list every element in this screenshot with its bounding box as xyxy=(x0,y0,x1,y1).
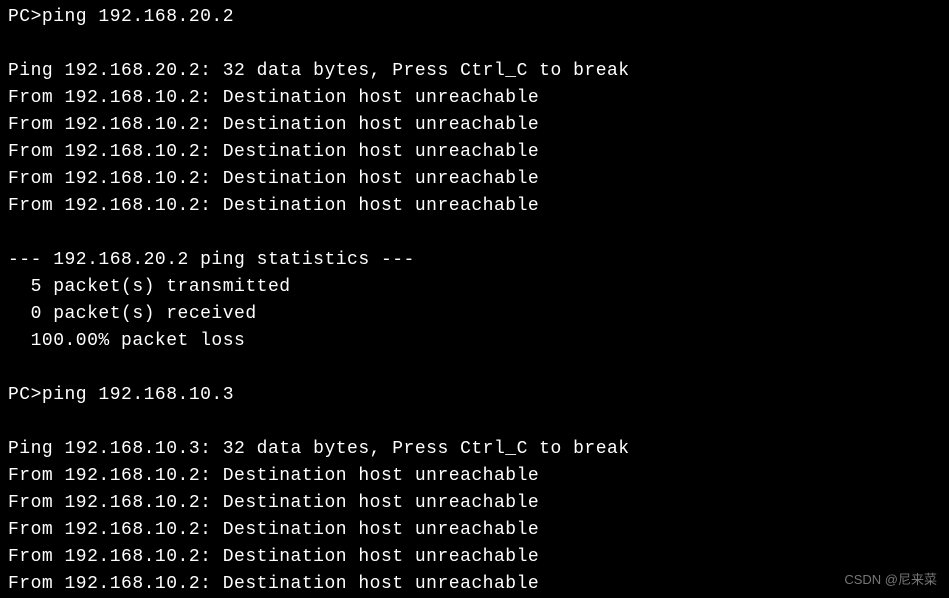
stats-header: --- 192.168.20.2 ping statistics --- xyxy=(8,247,941,274)
ping-reply: From 192.168.10.2: Destination host unre… xyxy=(8,544,941,571)
ping-reply: From 192.168.10.2: Destination host unre… xyxy=(8,166,941,193)
command-line: PC>ping 192.168.10.3 xyxy=(8,382,941,409)
ping-header: Ping 192.168.20.2: 32 data bytes, Press … xyxy=(8,58,941,85)
watermark: CSDN @尼来菜 xyxy=(844,570,937,590)
ping-reply: From 192.168.10.2: Destination host unre… xyxy=(8,193,941,220)
ping-reply: From 192.168.10.2: Destination host unre… xyxy=(8,112,941,139)
command-text: ping 192.168.20.2 xyxy=(42,7,234,27)
terminal-output: PC>ping 192.168.20.2 Ping 192.168.20.2: … xyxy=(8,4,941,598)
ping-reply: From 192.168.10.2: Destination host unre… xyxy=(8,571,941,598)
command-text: ping 192.168.10.3 xyxy=(42,385,234,405)
ping-header: Ping 192.168.10.3: 32 data bytes, Press … xyxy=(8,436,941,463)
blank-line xyxy=(8,220,941,247)
prompt: PC> xyxy=(8,7,42,27)
ping-reply: From 192.168.10.2: Destination host unre… xyxy=(8,139,941,166)
command-line: PC>ping 192.168.20.2 xyxy=(8,4,941,31)
stats-tx: 5 packet(s) transmitted xyxy=(8,274,941,301)
stats-loss: 100.00% packet loss xyxy=(8,328,941,355)
ping-reply: From 192.168.10.2: Destination host unre… xyxy=(8,490,941,517)
blank-line xyxy=(8,31,941,58)
ping-reply: From 192.168.10.2: Destination host unre… xyxy=(8,85,941,112)
blank-line xyxy=(8,409,941,436)
stats-rx: 0 packet(s) received xyxy=(8,301,941,328)
prompt: PC> xyxy=(8,385,42,405)
ping-reply: From 192.168.10.2: Destination host unre… xyxy=(8,517,941,544)
blank-line xyxy=(8,355,941,382)
ping-reply: From 192.168.10.2: Destination host unre… xyxy=(8,463,941,490)
